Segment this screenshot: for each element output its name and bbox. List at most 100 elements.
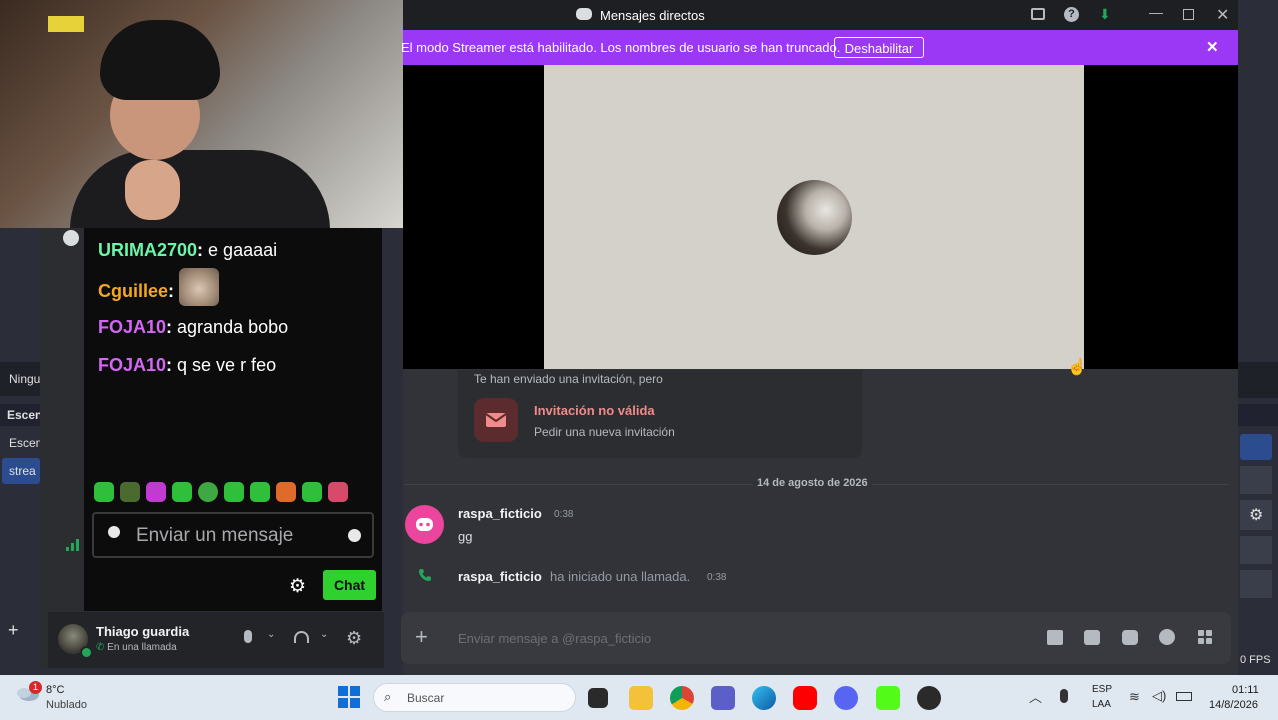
window-title: Mensajes directos (600, 8, 705, 23)
headphones-icon[interactable] (294, 631, 309, 643)
weather-desc: Nublado (46, 699, 87, 711)
gif-icon[interactable] (1084, 630, 1100, 645)
call-text: ha iniciado una llamada. (550, 569, 691, 584)
chat-username[interactable]: FOJA10 (98, 355, 166, 375)
user-settings-icon[interactable]: ⚙ (346, 628, 362, 649)
invite-subtitle[interactable]: Pedir una nueva invitación (534, 425, 675, 439)
chrome-icon[interactable] (670, 686, 694, 710)
language-top[interactable]: ESP (1092, 684, 1112, 695)
emoji-icon[interactable] (1159, 629, 1175, 645)
edge-icon[interactable] (752, 686, 776, 710)
bg-label-escenas-header: Escen (7, 408, 43, 422)
clock-date[interactable]: 14/8/2026 (1209, 699, 1258, 711)
bg-label-escena[interactable]: Escen (9, 436, 42, 450)
chat-send-button[interactable]: Chat (323, 570, 376, 600)
taskbar-search-box[interactable]: ⌕ Buscar (373, 683, 576, 712)
inbox-icon[interactable] (1031, 8, 1045, 20)
weather-temp: 8°C (46, 684, 65, 696)
bg-label-stream[interactable]: strea (9, 464, 36, 478)
emote-icon[interactable] (276, 482, 296, 502)
emote-icon[interactable] (302, 482, 322, 502)
date-divider-label: 14 de agosto de 2026 (753, 477, 872, 489)
search-icon: ⌕ (384, 689, 392, 704)
call-video-area: ☝ (403, 65, 1238, 376)
participant-tile[interactable] (544, 65, 1084, 369)
invite-card: Te han enviado una invitación, pero Invi… (458, 370, 862, 458)
sticker-icon[interactable] (1122, 630, 1138, 645)
author-avatar[interactable] (405, 505, 444, 544)
emote-icon[interactable] (198, 482, 218, 502)
language-bottom[interactable]: LAA (1092, 699, 1111, 710)
close-banner-icon[interactable]: ✕ (1206, 38, 1219, 56)
streamer-banner-text: El modo Streamer está habilitado. Los no… (401, 40, 841, 55)
emote-icon[interactable] (328, 482, 348, 502)
bg-add-icon[interactable]: + (8, 620, 19, 641)
discord-window: Mensajes directos ? ⬇ — ✕ El modo Stream… (401, 0, 1238, 675)
emote-icon[interactable] (146, 482, 166, 502)
chat-settings-icon[interactable]: ⚙ (289, 575, 306, 598)
emote-icon[interactable] (224, 482, 244, 502)
chat-message-input[interactable]: Enviar un mensaje (92, 512, 374, 558)
emote-icon[interactable] (94, 482, 114, 502)
clock-time[interactable]: 01:11 (1232, 684, 1259, 696)
message-text: gg (458, 529, 473, 544)
close-icon[interactable]: ✕ (1216, 5, 1229, 25)
chat-username[interactable]: URIMA2700 (98, 240, 197, 260)
voice-connected-icon[interactable] (65, 538, 81, 552)
chat-username[interactable]: Cguillee (98, 281, 168, 301)
emoji-picker-icon[interactable] (348, 529, 361, 542)
teams-icon[interactable] (711, 686, 735, 710)
heart-icon[interactable] (108, 526, 120, 538)
mouse-cursor-icon: ☝ (1067, 359, 1087, 376)
discord-taskbar-icon[interactable] (834, 686, 858, 710)
discord-logo-icon (576, 8, 592, 20)
participant-avatar (777, 180, 852, 255)
chevron-down-icon[interactable]: ⌄ (267, 629, 275, 640)
youtube-icon[interactable] (793, 686, 817, 710)
discord-left-strip (40, 228, 84, 668)
microphone-tray-icon[interactable] (1060, 689, 1068, 703)
compass-icon[interactable] (63, 230, 79, 246)
chat-username[interactable]: FOJA10 (98, 317, 166, 337)
microphone-icon[interactable] (244, 630, 252, 643)
windows-start-icon[interactable] (338, 686, 360, 708)
gift-icon[interactable] (1047, 630, 1063, 645)
file-explorer-icon[interactable] (629, 686, 653, 710)
phone-status-icon: ✆ (96, 642, 105, 653)
task-view-icon[interactable] (588, 688, 608, 708)
add-attachment-icon[interactable]: + (415, 624, 428, 650)
wifi-icon[interactable]: ≋ (1129, 689, 1140, 705)
disable-streamer-button[interactable]: Deshabilitar (834, 37, 924, 58)
volume-icon[interactable]: ◁) (1152, 688, 1166, 704)
apps-icon[interactable] (1197, 629, 1213, 645)
chat-input-placeholder: Enviar un mensaje (136, 525, 294, 546)
kick-icon[interactable] (876, 686, 900, 710)
minimize-icon[interactable]: — (1149, 4, 1163, 20)
emote-icon[interactable] (250, 482, 270, 502)
emote-icon[interactable] (120, 482, 140, 502)
message-composer[interactable]: + Enviar mensaje a @raspa_ficticio (401, 612, 1231, 664)
streamer-mode-banner: El modo Streamer está habilitado. Los no… (401, 30, 1238, 65)
maximize-icon[interactable] (1183, 9, 1194, 20)
chevron-up-icon[interactable]: ︿ (1029, 687, 1042, 706)
obs-icon[interactable] (917, 686, 941, 710)
composer-placeholder[interactable]: Enviar mensaje a @raspa_ficticio (458, 631, 651, 646)
help-icon[interactable]: ? (1064, 7, 1079, 22)
search-placeholder: Buscar (407, 691, 445, 705)
mail-icon (474, 398, 518, 442)
user-name[interactable]: Thiago guardia (96, 624, 189, 639)
message-time: 0:38 (554, 509, 574, 520)
download-icon[interactable]: ⬇ (1099, 6, 1111, 23)
chat-text: e gaaaai (208, 240, 278, 260)
invite-title: Invitación no válida (534, 403, 655, 418)
emote-icon[interactable] (172, 482, 192, 502)
user-status: ✆ En una llamada (96, 642, 177, 653)
battery-icon[interactable] (1176, 692, 1192, 701)
chat-text: agranda bobo (177, 317, 289, 337)
message-author[interactable]: raspa_ficticio (458, 506, 542, 521)
call-time: 0:38 (707, 572, 727, 583)
windows-taskbar: 1 8°C Nublado ⌕ Buscar ︿ ESP LAA ≋ ◁) 01… (0, 675, 1278, 720)
call-author[interactable]: raspa_ficticio (458, 569, 542, 584)
weather-badge: 1 (29, 681, 42, 694)
chevron-down-icon[interactable]: ⌄ (320, 629, 328, 640)
